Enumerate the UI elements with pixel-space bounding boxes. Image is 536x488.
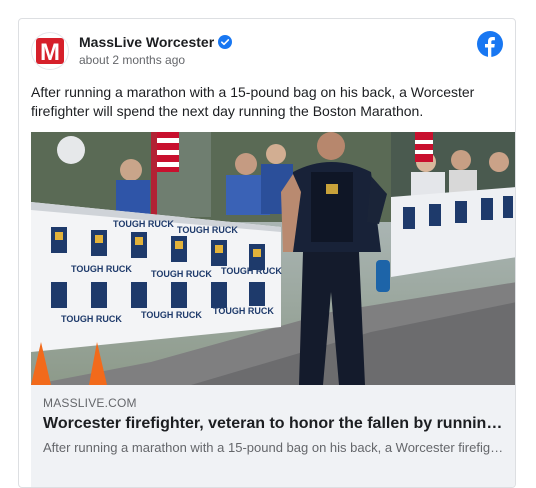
post-header: M MassLive Worcester about 2 months ago xyxy=(31,31,503,71)
page-name-label[interactable]: MassLive Worcester xyxy=(79,34,214,50)
post-timestamp[interactable]: about 2 months ago xyxy=(79,53,185,67)
banner-text-5: TOUGH RUCK xyxy=(221,266,282,276)
avatar-letter: M xyxy=(40,39,60,66)
post-text: After running a marathon with a 15-pound… xyxy=(31,84,475,119)
banner-text-7: TOUGH RUCK xyxy=(141,310,202,320)
link-domain: MASSLIVE.COM xyxy=(43,396,137,410)
link-preview[interactable]: MASSLIVE.COM Worcester firefighter, vete… xyxy=(31,385,515,487)
facebook-icon[interactable] xyxy=(477,31,503,57)
banner-text-8: TOUGH RUCK xyxy=(213,306,274,316)
link-headline[interactable]: Worcester firefighter, veteran to honor … xyxy=(43,414,505,434)
verified-badge-icon xyxy=(218,35,233,49)
marathon-photo: TOUGH RUCK TOUGH RUCK TOUGH RUCK TOUGH R… xyxy=(31,132,515,385)
masslive-m-logo: M xyxy=(36,38,64,66)
post-photo[interactable]: TOUGH RUCK TOUGH RUCK TOUGH RUCK TOUGH R… xyxy=(31,132,515,385)
banner-text-1: TOUGH RUCK xyxy=(113,219,174,229)
banner-text-4: TOUGH RUCK xyxy=(151,269,212,279)
page-avatar[interactable]: M xyxy=(31,32,69,70)
facebook-post-card: M MassLive Worcester about 2 months ago … xyxy=(18,18,516,488)
page-name[interactable]: MassLive Worcester xyxy=(79,34,233,50)
link-description: After running a marathon with a 15-pound… xyxy=(43,440,505,455)
banner-text-6: TOUGH RUCK xyxy=(61,314,122,324)
banner-text-2: TOUGH RUCK xyxy=(177,225,238,235)
banner-text-3: TOUGH RUCK xyxy=(71,264,132,274)
